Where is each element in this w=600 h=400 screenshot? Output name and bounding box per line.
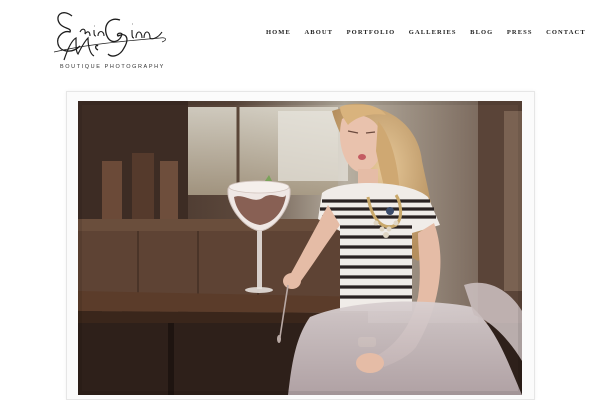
logo-script-graphic: [53, 12, 166, 61]
site-logo[interactable]: BOUTIQUE PHOTOGRAPHY: [50, 2, 170, 74]
nav-portfolio[interactable]: PORTFOLIO: [347, 29, 396, 36]
nav-about[interactable]: ABOUT: [304, 29, 333, 36]
hero-photo[interactable]: [78, 101, 522, 395]
site-header: BOUTIQUE PHOTOGRAPHY HOME ABOUT PORTFOLI…: [0, 0, 600, 86]
hero-photo-illustration: [78, 101, 522, 395]
nav-contact[interactable]: CONTACT: [546, 29, 586, 36]
nav-press[interactable]: PRESS: [507, 29, 533, 36]
nav-blog[interactable]: BLOG: [470, 29, 493, 36]
nav-home[interactable]: HOME: [266, 29, 291, 36]
main-nav: HOME ABOUT PORTFOLIO GALLERIES BLOG PRES…: [266, 29, 586, 36]
site-tagline: BOUTIQUE PHOTOGRAPHY: [60, 64, 165, 70]
nav-galleries[interactable]: GALLERIES: [409, 29, 457, 36]
